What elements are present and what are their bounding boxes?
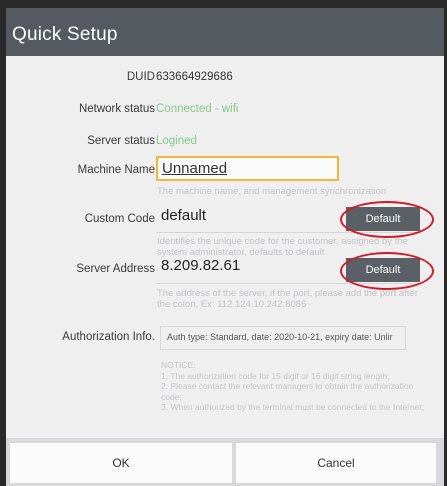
title-bar: Quick Setup: [6, 8, 444, 56]
custom-code-input[interactable]: default: [161, 207, 206, 224]
notice-line-2: 2. Please contact the relevant managers …: [161, 381, 414, 402]
quick-setup-dialog: Quick Setup DUID 633664929686 Network st…: [6, 8, 444, 486]
dialog-footer: OK Cancel: [6, 438, 444, 486]
notice-line-3: 3. When authorized by the terminal must …: [161, 402, 425, 412]
custom-code-label: Custom Code: [84, 213, 155, 225]
duid-value: 633664929686: [156, 71, 233, 83]
notice-title: NOTICE:: [161, 360, 196, 370]
ok-button[interactable]: OK: [10, 443, 232, 483]
cancel-button[interactable]: Cancel: [236, 443, 436, 483]
highlight-ring-custom-code: [340, 201, 434, 238]
machine-name-hint: The machine name, and management synchro…: [157, 186, 387, 197]
machine-name-label: Machine Name: [77, 164, 155, 176]
duid-label: DUID: [126, 71, 155, 83]
server-status-value: Logined: [156, 135, 197, 147]
dialog-title: Quick Setup: [12, 24, 118, 45]
notice-line-1: 1. The authorization code for 15 digit o…: [161, 370, 390, 381]
machine-name-input[interactable]: Unnamed: [156, 156, 339, 181]
authorization-label: Authorization Info.: [62, 331, 155, 343]
highlight-ring-server-address: [340, 252, 434, 290]
server-address-label: Server Address: [76, 263, 155, 275]
notice-text: NOTICE: 1. The authorization code for 15…: [161, 360, 429, 413]
authorization-input[interactable]: Auth type: Standard, date: 2020-10-21, e…: [160, 326, 406, 350]
server-address-input[interactable]: 8.209.82.61: [161, 257, 240, 274]
network-status-value: Connected - wifi: [156, 103, 239, 115]
server-status-label: Server status: [87, 135, 155, 147]
network-status-label: Network status: [78, 103, 155, 115]
server-address-hint: The address of the server, if the port, …: [157, 288, 418, 310]
